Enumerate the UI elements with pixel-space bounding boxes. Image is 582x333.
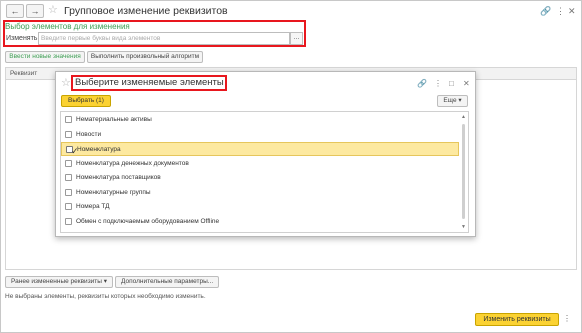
list-item[interactable]: Обмен с подключаемым оборудованием Offli…	[61, 215, 459, 229]
checkbox[interactable]	[65, 160, 72, 167]
previously-changed-label: Ранее измененные реквизиты	[11, 278, 102, 285]
scroll-down-icon[interactable]: ▼	[461, 224, 466, 230]
selection-group-title: Выбор элементов для изменения	[5, 22, 130, 31]
list-item-selected[interactable]: ✓ Номенклатура	[61, 142, 459, 156]
more-menu-label: Еще	[443, 97, 457, 104]
select-dots-button[interactable]: ...	[290, 32, 303, 45]
more-vert-icon[interactable]: ⋮	[556, 5, 565, 17]
checkbox[interactable]	[65, 203, 72, 210]
dialog-link-icon[interactable]: 🔗	[417, 79, 427, 89]
list-item[interactable]: Номера ТД	[61, 200, 459, 214]
choose-button[interactable]: Выбрать (1)	[61, 95, 111, 107]
checkbox[interactable]	[65, 174, 72, 181]
additional-params-button[interactable]: Дополнительные параметры...	[115, 276, 220, 288]
more-vert-icon[interactable]: ⋮	[563, 314, 571, 323]
apply-changes-button[interactable]: Изменить реквизиты	[475, 313, 559, 326]
dialog-maximize-icon[interactable]: □	[449, 79, 454, 89]
list-item[interactable]: Новости	[61, 128, 459, 142]
checkbox[interactable]	[65, 131, 72, 138]
list-item-label: Номенклатура	[77, 146, 121, 153]
back-button[interactable]: ←	[6, 4, 24, 18]
enter-new-values-button[interactable]: Ввести новые значения	[5, 51, 85, 63]
list-item-label: Обмен с подключаемым оборудованием Offli…	[76, 218, 220, 225]
list-item-label: Номера ТД	[76, 203, 110, 210]
grid-column-rekvizit[interactable]: Реквизит	[10, 70, 37, 77]
previously-changed-dropdown[interactable]: Ранее измененные реквизиты ▾	[5, 276, 114, 288]
star-icon[interactable]: ☆	[48, 5, 58, 16]
window-title: Групповое изменение реквизитов	[64, 5, 228, 17]
checkbox-checked[interactable]: ✓	[66, 146, 79, 156]
dropdown-arrow-icon: ▾	[458, 97, 462, 104]
list-item-label: Номенклатура денежных документов	[76, 160, 189, 167]
list-item[interactable]: Номенклатура поставщиков	[61, 171, 459, 185]
arrow-right-icon: →	[30, 6, 40, 16]
change-label: Изменять:	[6, 35, 40, 42]
scrollbar-thumb[interactable]	[462, 124, 465, 219]
change-input-placeholder: Введите первые буквы вида элементов	[41, 35, 161, 42]
checkbox[interactable]	[65, 218, 72, 225]
list-item[interactable]: Номенклатура денежных документов	[61, 157, 459, 171]
forward-button[interactable]: →	[26, 4, 44, 18]
scroll-up-icon[interactable]: ▲	[461, 114, 466, 120]
checkbox[interactable]	[65, 189, 72, 196]
dialog-star-icon[interactable]: ☆	[61, 78, 71, 89]
link-icon[interactable]: 🔗	[540, 5, 551, 17]
list-item-label: Новости	[76, 131, 102, 138]
list-item-label: Номенклатура поставщиков	[76, 174, 161, 181]
status-text: Не выбраны элементы, реквизиты которых н…	[5, 293, 206, 300]
list-item[interactable]: Нематериальные активы	[61, 113, 459, 127]
dialog-close-icon[interactable]: ✕	[463, 79, 470, 89]
dropdown-arrow-icon: ▾	[103, 278, 108, 285]
more-menu-button[interactable]: Еще ▾	[437, 95, 468, 107]
list-item-label: Нематериальные активы	[76, 116, 152, 123]
arrow-left-icon: ←	[10, 6, 20, 16]
run-custom-algorithm-button[interactable]: Выполнить произвольный алгоритм	[87, 51, 203, 63]
list-item-label: Номенклатурные группы	[76, 189, 151, 196]
checkbox[interactable]	[65, 116, 72, 123]
close-icon[interactable]: ✕	[568, 5, 576, 17]
dialog-title: Выберите изменяемые элементы	[75, 77, 224, 88]
dialog-more-vert-icon[interactable]: ⋮	[434, 79, 442, 89]
list-item[interactable]: Номенклатурные группы	[61, 186, 459, 200]
